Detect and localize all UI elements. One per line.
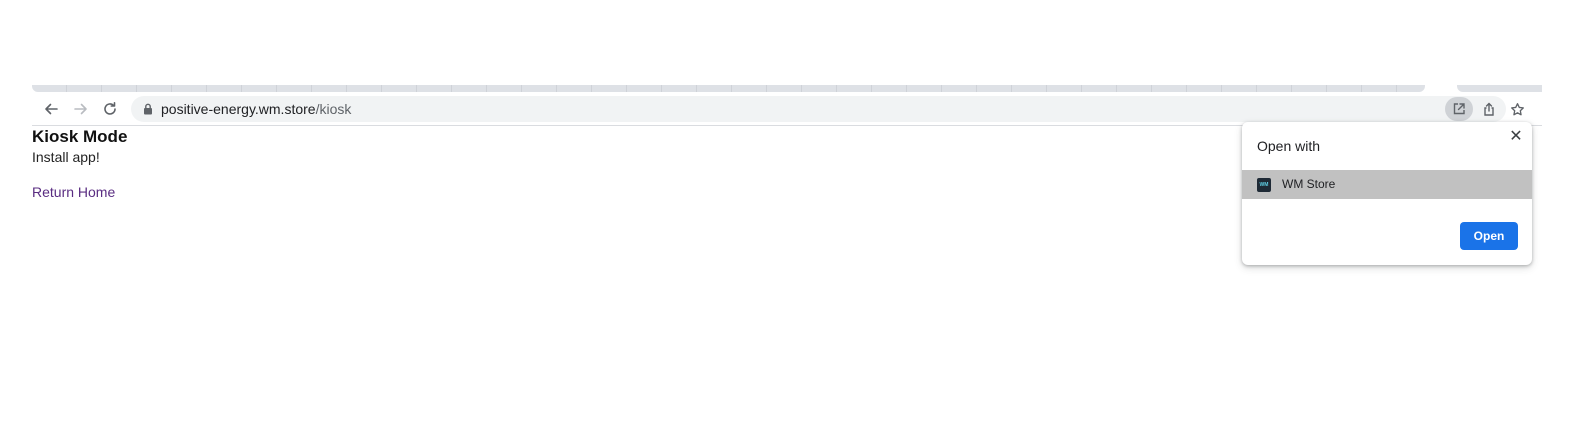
app-option-label: WM Store bbox=[1282, 177, 1336, 191]
arrow-right-icon bbox=[74, 103, 87, 115]
open-in-app-icon bbox=[1453, 103, 1465, 115]
arrow-left-icon bbox=[45, 103, 58, 115]
open-button[interactable]: Open bbox=[1460, 222, 1518, 250]
tab-strip bbox=[32, 85, 1542, 92]
reload-icon bbox=[104, 102, 116, 115]
back-button[interactable] bbox=[38, 96, 64, 122]
app-option-wm-store[interactable]: WM WM Store bbox=[1242, 170, 1532, 199]
share-icon bbox=[1484, 102, 1494, 116]
address-bar[interactable]: positive-energy.wm.store/kiosk bbox=[131, 96, 1506, 122]
share-button[interactable] bbox=[1475, 97, 1503, 121]
install-app-text: Install app! bbox=[32, 149, 100, 165]
open-in-app-button[interactable] bbox=[1445, 97, 1473, 121]
bookmark-button[interactable] bbox=[1504, 96, 1530, 122]
url-host: positive-energy.wm.store bbox=[161, 101, 316, 117]
forward-button[interactable] bbox=[68, 96, 94, 122]
open-with-popup: ✕ Open with WM WM Store Open bbox=[1242, 122, 1532, 265]
close-icon[interactable]: ✕ bbox=[1508, 128, 1524, 145]
url-text[interactable]: positive-energy.wm.store/kiosk bbox=[161, 101, 351, 117]
tab-strip-right bbox=[1457, 85, 1542, 92]
url-path: /kiosk bbox=[315, 101, 352, 117]
popup-title: Open with bbox=[1257, 138, 1321, 154]
reload-button[interactable] bbox=[97, 96, 123, 122]
star-icon bbox=[1510, 102, 1524, 115]
wm-store-app-icon: WM bbox=[1257, 178, 1271, 192]
tab-strip-left bbox=[32, 85, 1425, 92]
browser-toolbar: positive-energy.wm.store/kiosk bbox=[32, 92, 1542, 126]
page-title: Kiosk Mode bbox=[32, 127, 128, 146]
return-home-link[interactable]: Return Home bbox=[32, 184, 115, 201]
lock-icon[interactable] bbox=[141, 102, 155, 116]
